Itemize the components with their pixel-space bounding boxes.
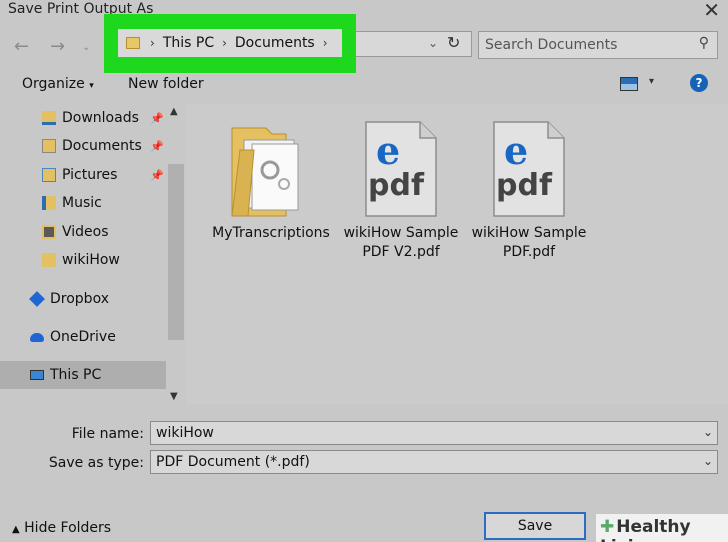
pdf-icon: e pdf: [492, 120, 566, 218]
breadcrumb-documents[interactable]: Documents: [235, 35, 315, 51]
file-name: wikiHow Sample PDF V2.pdf: [343, 225, 459, 260]
save-type-label: Save as type:: [48, 455, 144, 471]
chevron-right-icon: ›: [222, 36, 227, 50]
search-icon[interactable]: ⚲: [699, 35, 709, 51]
file-name-label: File name:: [71, 426, 144, 442]
sidebar: Downloads 📌 Documents 📌 Pictures 📌 Music…: [0, 104, 168, 404]
save-button[interactable]: Save: [484, 512, 586, 540]
chevron-down-icon[interactable]: ⌄: [82, 42, 90, 53]
hide-folders-button[interactable]: ▲ Hide Folders: [12, 520, 111, 536]
sidebar-item-documents[interactable]: Documents 📌: [0, 132, 166, 160]
arrow-right-icon[interactable]: →: [50, 36, 65, 57]
search-input[interactable]: Search Documents ⚲: [478, 31, 718, 59]
sidebar-item-videos[interactable]: Videos: [0, 218, 166, 246]
toolbar: Organize ▾ New folder: [0, 66, 728, 102]
music-icon: [42, 196, 56, 210]
search-placeholder: Search Documents: [485, 37, 618, 53]
breadcrumb-this-pc[interactable]: This PC: [163, 35, 214, 51]
plus-icon: ✚: [600, 517, 615, 537]
sidebar-item-onedrive[interactable]: OneDrive: [0, 323, 166, 351]
watermark: ✚Healthy Living: [596, 514, 728, 542]
chevron-right-icon: ›: [150, 36, 155, 50]
documents-icon: [42, 139, 56, 153]
file-name: MyTranscriptions: [212, 225, 330, 241]
sidebar-item-dropbox[interactable]: Dropbox: [0, 285, 166, 313]
view-dropdown-icon[interactable]: ▾: [649, 76, 654, 87]
organize-button[interactable]: Organize ▾: [22, 76, 94, 92]
file-name-field[interactable]: wikiHow ⌄: [150, 421, 718, 445]
pdf-label: pdf: [496, 168, 553, 203]
file-item-wikihow-sample-v2[interactable]: e pdf wikiHow Sample PDF V2.pdf: [336, 120, 466, 262]
address-dropdown-icon[interactable]: ⌄: [428, 36, 438, 50]
arrow-left-icon[interactable]: ←: [14, 36, 29, 57]
sidebar-item-downloads[interactable]: Downloads 📌: [0, 104, 166, 132]
close-icon[interactable]: ✕: [703, 0, 720, 20]
dropbox-icon: [29, 291, 45, 307]
new-folder-button[interactable]: New folder: [128, 76, 204, 92]
pin-icon[interactable]: 📌: [150, 169, 164, 182]
edge-logo: e: [376, 128, 401, 173]
downloads-icon: [42, 111, 56, 125]
pin-icon[interactable]: 📌: [150, 112, 164, 125]
chevron-up-icon[interactable]: ▲: [170, 106, 178, 117]
save-type-select[interactable]: PDF Document (*.pdf) ⌄: [150, 450, 718, 474]
videos-icon: [42, 225, 56, 239]
sidebar-item-wikihow[interactable]: wikiHow: [0, 246, 166, 274]
file-item-wikihow-sample[interactable]: e pdf wikiHow Sample PDF.pdf: [464, 120, 594, 262]
computer-icon: [30, 370, 44, 380]
sidebar-scrollbar[interactable]: ▲ ▼: [168, 104, 184, 404]
pdf-icon: e pdf: [364, 120, 438, 218]
sidebar-item-this-pc[interactable]: This PC: [0, 361, 166, 389]
refresh-icon[interactable]: ↻: [447, 33, 460, 52]
folder-icon: [226, 120, 316, 218]
sidebar-item-pictures[interactable]: Pictures 📌: [0, 161, 166, 189]
sidebar-item-music[interactable]: Music: [0, 189, 166, 217]
file-name: wikiHow Sample PDF.pdf: [471, 225, 587, 260]
pictures-icon: [42, 168, 56, 182]
breadcrumb[interactable]: › This PC › Documents ›: [118, 29, 342, 57]
address-highlight: › This PC › Documents ›: [104, 14, 356, 73]
chevron-down-icon[interactable]: ⌄: [703, 454, 713, 468]
view-options-icon[interactable]: [620, 77, 638, 91]
chevron-down-icon[interactable]: ▼: [170, 391, 178, 402]
file-item-mytranscriptions[interactable]: MyTranscriptions: [206, 120, 336, 243]
pdf-label: pdf: [368, 168, 425, 203]
folder-icon: [126, 37, 140, 49]
file-list: MyTranscriptions e pdf wikiHow Sample PD…: [186, 104, 728, 404]
help-icon[interactable]: ?: [690, 74, 708, 92]
chevron-right-icon: ›: [322, 36, 328, 50]
scrollbar-thumb[interactable]: [168, 164, 184, 340]
cloud-icon: [30, 332, 44, 342]
edge-logo: e: [504, 128, 529, 173]
chevron-up-icon: ▲: [12, 524, 20, 535]
folder-icon: [42, 253, 56, 267]
pin-icon[interactable]: 📌: [150, 140, 164, 153]
chevron-down-icon[interactable]: ⌄: [703, 425, 713, 439]
